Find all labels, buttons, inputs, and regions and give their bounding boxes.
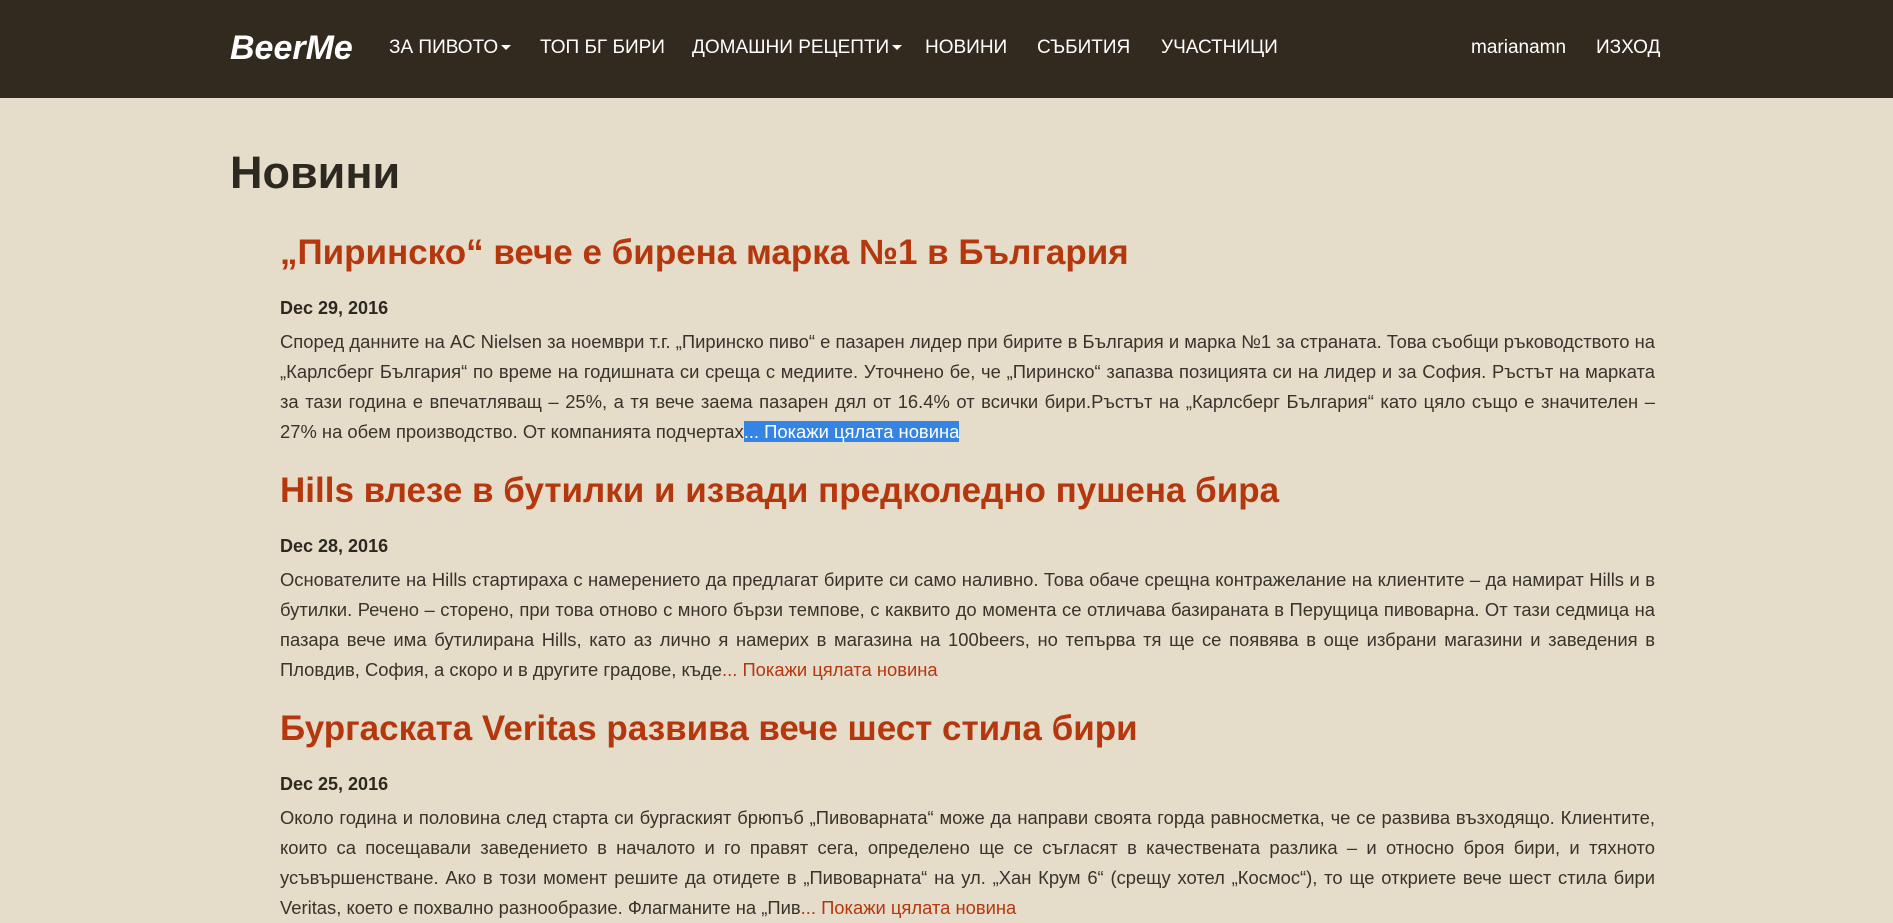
news-article: Бургаската Veritas развива вече шест сти… (280, 707, 1655, 918)
read-more-link[interactable]: ... Покажи цялата новина (801, 897, 1017, 918)
nav-link-members[interactable]: УЧАСТНИЦИ (1161, 36, 1278, 60)
article-excerpt: Около година и половина след старта си б… (280, 803, 1655, 923)
news-article: Hills влезе в бутилки и извади предколед… (280, 469, 1655, 680)
article-date: Dec 25, 2016 (280, 774, 389, 794)
article-date: Dec 28, 2016 (280, 536, 389, 556)
nav-link-top-bg-beers[interactable]: ТОП БГ БИРИ (540, 36, 665, 60)
nav-dropdown-about-beer[interactable]: ЗА ПИВОТО (389, 36, 512, 60)
brand-logo-link[interactable]: BeerMe (230, 26, 353, 70)
read-more-link[interactable]: ... Покажи цялата новина (743, 421, 960, 442)
caret-down-icon (501, 45, 512, 51)
article-title-link[interactable]: „Пиринско“ вече е бирена марка №1 в Бълг… (280, 231, 1655, 275)
nav-user-profile-link[interactable]: marianamn (1471, 36, 1566, 60)
read-more-link[interactable]: ... Покажи цялата новина (722, 659, 938, 680)
article-excerpt-text: Основателите на Hills стартираха с намер… (280, 569, 1655, 680)
caret-down-icon (892, 45, 903, 51)
article-title-link[interactable]: Hills влезе в бутилки и извади предколед… (280, 469, 1655, 513)
nav-link-events[interactable]: СЪБИТИЯ (1037, 36, 1130, 60)
article-title-link[interactable]: Бургаската Veritas развива вече шест сти… (280, 707, 1655, 751)
article-excerpt: Според данните на AC Nielsen за ноември … (280, 327, 1655, 447)
page-title: Новини (230, 147, 401, 198)
news-article: „Пиринско“ вече е бирена марка №1 в Бълг… (280, 231, 1655, 442)
article-date: Dec 29, 2016 (280, 298, 389, 318)
nav-about-beer-label: ЗА ПИВОТО (389, 37, 499, 58)
top-navbar: BeerMe ЗА ПИВОТО ТОП БГ БИРИ ДОМАШНИ РЕЦ… (0, 0, 1893, 98)
article-excerpt-text: Според данните на AC Nielsen за ноември … (280, 331, 1655, 442)
nav-home-recipes-label: ДОМАШНИ РЕЦЕПТИ (692, 37, 890, 58)
article-excerpt: Основателите на Hills стартираха с намер… (280, 565, 1655, 685)
nav-logout-link[interactable]: ИЗХОД (1596, 36, 1660, 60)
nav-dropdown-home-recipes[interactable]: ДОМАШНИ РЕЦЕПТИ (692, 36, 903, 60)
nav-link-news[interactable]: НОВИНИ (925, 36, 1007, 60)
